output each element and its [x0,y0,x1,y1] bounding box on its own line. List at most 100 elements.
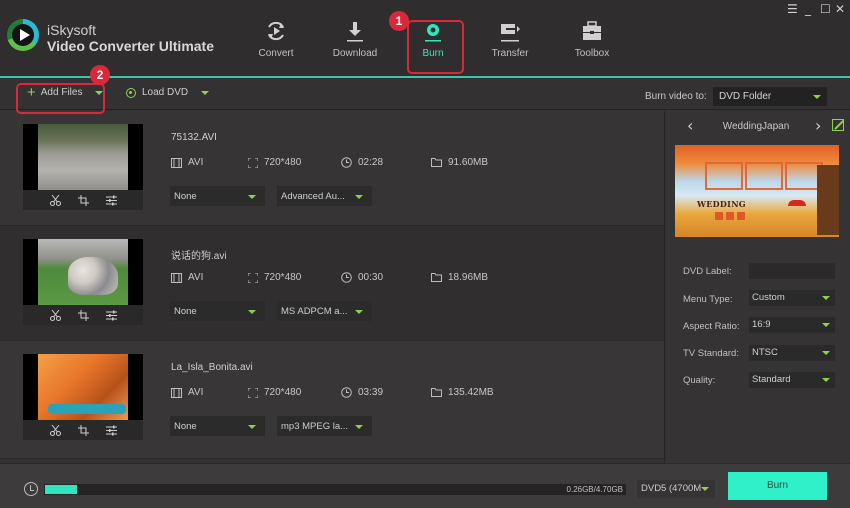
effects-sliders-icon[interactable] [105,310,117,321]
file-row[interactable]: 75132.AVI AVI 720*480 02:28 91.60MB None… [0,111,664,226]
step-badge-1: 1 [389,11,409,31]
video-thumbnail[interactable] [23,124,143,190]
template-preview-title: WEDDING [697,199,746,209]
file-size: 18.96MB [431,272,488,283]
burn-to-select[interactable]: DVD Folder [713,87,827,106]
chevron-down-icon [822,378,830,382]
menu-icon[interactable]: ☰ [787,3,798,15]
menu-type-label: Menu Type: [683,294,733,305]
thumbnail-tools [23,420,143,440]
aspect-ratio-select[interactable]: 16:9 [749,317,835,333]
next-template-button[interactable]: › [815,118,821,134]
crop-icon[interactable] [77,424,89,436]
load-dvd-button[interactable]: Load DVD [126,87,210,98]
minimize-button[interactable]: _ [805,3,811,15]
chevron-down-icon [248,195,256,199]
film-icon [171,272,182,283]
disc-usage-text: 0.26GB/4.70GB [566,485,623,494]
disc-type-value: DVD5 (4700M [641,483,702,494]
file-duration: 02:28 [341,157,383,168]
chevron-down-icon [248,310,256,314]
effects-sliders-icon[interactable] [105,195,117,206]
effects-sliders-icon[interactable] [105,425,117,436]
nav-transfer[interactable]: Transfer [475,18,545,68]
film-icon [171,157,182,168]
file-format: AVI [171,157,203,168]
brand-name: iSkysoft [47,22,97,38]
resolution-value: 720*480 [264,272,302,283]
video-thumbnail[interactable] [23,354,143,420]
crop-icon[interactable] [77,194,89,206]
burn-to-label: Burn video to: [645,91,707,102]
size-value: 135.42MB [448,387,494,398]
format-value: AVI [188,272,204,283]
chevron-down-icon [355,310,363,314]
trim-scissors-icon[interactable] [49,194,61,206]
toolbox-icon [557,18,627,44]
template-preview-image[interactable]: WEDDING [675,145,839,237]
dvd-label-input[interactable] [749,263,835,279]
clock-icon [341,387,352,398]
nav-convert[interactable]: Convert [241,18,311,68]
nav-toolbox[interactable]: Toolbox [557,18,627,68]
trim-scissors-icon[interactable] [49,424,61,436]
subtitle-value: None [174,306,197,317]
chevron-down-icon[interactable] [201,90,210,95]
alarm-clock-icon[interactable] [24,482,38,496]
file-duration: 00:30 [341,272,383,283]
transfer-icon [475,18,545,44]
subtitle-select[interactable]: None [170,416,265,436]
file-name: 75132.AVI [171,132,217,143]
menu-type-value: Custom [752,292,785,303]
maximize-button[interactable]: ☐ [820,3,831,15]
video-thumbnail[interactable] [23,239,143,305]
disc-type-select[interactable]: DVD5 (4700M [637,480,715,498]
close-button[interactable]: ✕ [835,3,845,15]
file-row[interactable]: La_Isla_Bonita.avi AVI 720*480 03:39 135… [0,341,664,459]
audio-track-select[interactable]: MS ADPCM a... [277,301,372,321]
tv-standard-select[interactable]: NTSC [749,345,835,361]
highlight-add-files [16,83,105,114]
quality-value: Standard [752,374,791,385]
subtitle-select[interactable]: None [170,186,265,206]
quality-select[interactable]: Standard [749,372,835,388]
folder-icon [431,388,442,397]
disc-usage-fill [45,485,77,494]
nav-download-label: Download [332,48,378,59]
resolution-icon [248,272,258,283]
trim-scissors-icon[interactable] [49,309,61,321]
menu-type-select[interactable]: Custom [749,290,835,306]
audio-track-select[interactable]: mp3 MPEG la... [277,416,372,436]
subtitle-select[interactable]: None [170,301,265,321]
file-row[interactable]: 说话的狗.avi AVI 720*480 00:30 18.96MB None … [0,226,664,341]
format-value: AVI [188,387,204,398]
previous-template-button[interactable]: ‹ [687,118,693,134]
file-resolution: 720*480 [248,157,301,168]
audio-value: Advanced Au... [281,191,345,202]
tv-standard-label: TV Standard: [683,348,739,359]
duration-value: 00:30 [358,272,384,283]
convert-icon [241,18,311,44]
subtitle-value: None [174,421,197,432]
tv-standard-value: NTSC [752,347,778,358]
highlight-burn-tab [407,20,464,74]
audio-track-select[interactable]: Advanced Au... [277,186,372,206]
download-icon [320,18,390,44]
chevron-down-icon [822,323,830,327]
burn-to-value: DVD Folder [719,91,772,102]
thumbnail-tools [23,305,143,325]
file-size: 135.42MB [431,387,494,398]
audio-value: mp3 MPEG la... [281,421,349,432]
crop-icon[interactable] [77,309,89,321]
file-resolution: 720*480 [248,387,301,398]
disc-usage-bar: 0.26GB/4.70GB [44,484,626,495]
nav-download[interactable]: Download [320,18,390,68]
edit-icon[interactable] [832,119,844,131]
resolution-icon [248,157,258,168]
chevron-down-icon [355,425,363,429]
size-value: 91.60MB [448,157,489,168]
burn-button[interactable]: Burn [728,472,827,500]
aspect-ratio-value: 16:9 [752,319,771,330]
nav-transfer-label: Transfer [491,48,529,59]
app-logo-icon [7,19,39,51]
